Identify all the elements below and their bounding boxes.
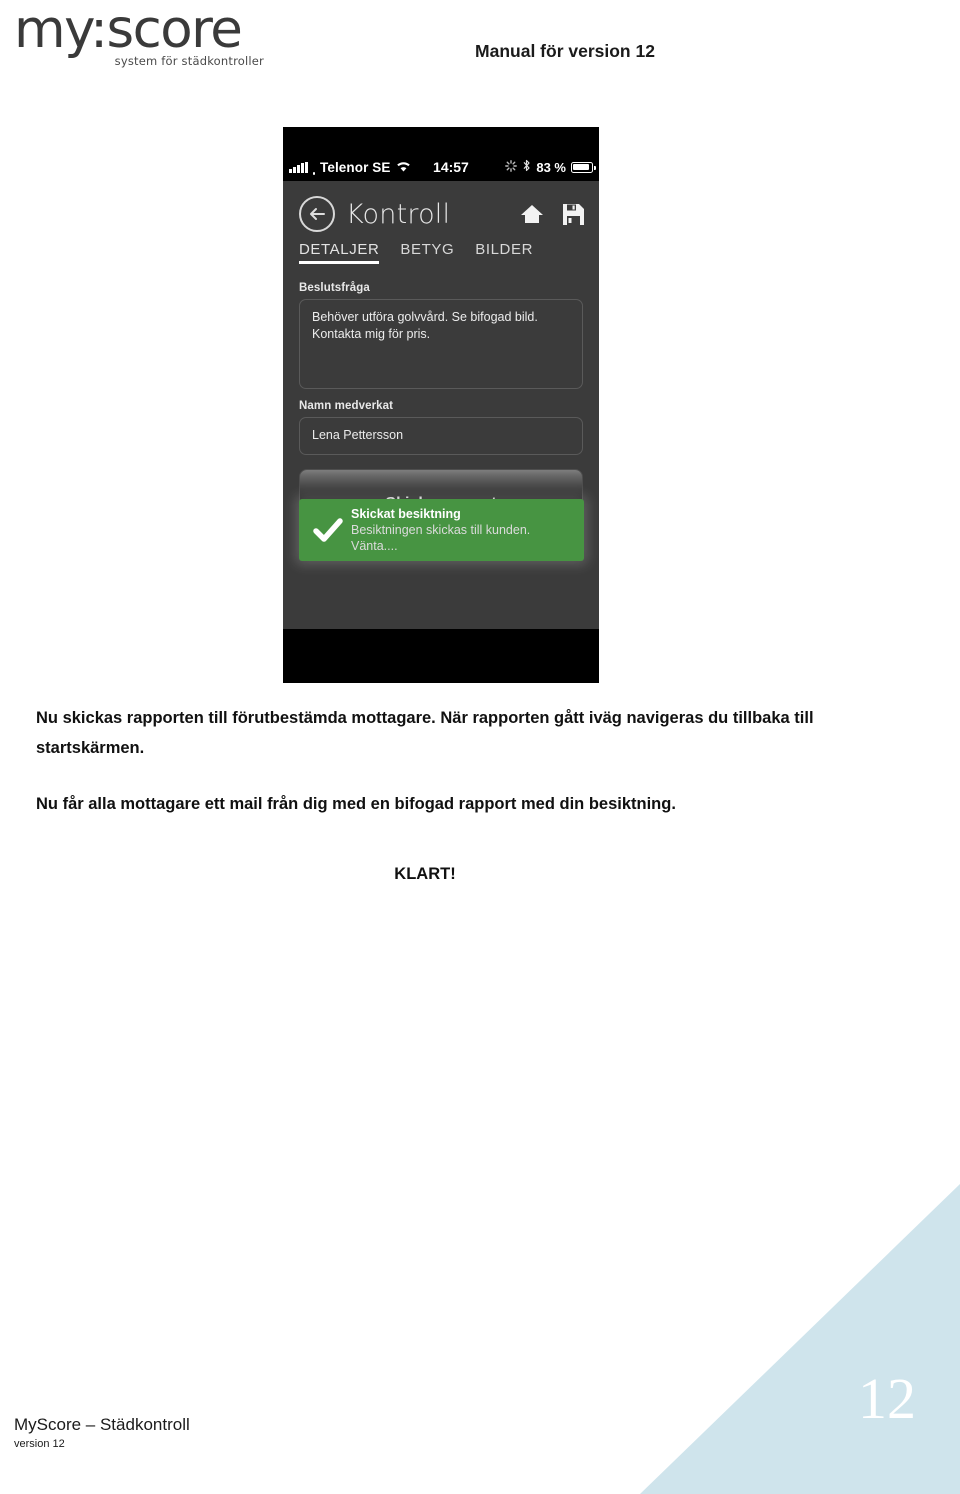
- decision-question-group: Beslutsfråga Behöver utföra golvvård. Se…: [283, 278, 599, 389]
- back-arrow-circle-icon[interactable]: [299, 196, 335, 232]
- footer: MyScore – Städkontroll version 12: [14, 1414, 414, 1452]
- wifi-icon: [396, 160, 411, 175]
- instruction-copy: Nu skickas rapporten till förutbestämda …: [36, 703, 874, 884]
- paragraph-2: Nu får alla mottagare ett mail från dig …: [36, 789, 874, 819]
- decision-question-label: Beslutsfråga: [299, 282, 583, 294]
- page-header: my:score system för städkontroller Manua…: [0, 0, 960, 96]
- save-floppy-icon[interactable]: [562, 203, 585, 226]
- page-number: 12: [858, 1370, 916, 1428]
- done-label: KLART!: [36, 865, 874, 884]
- status-toast: Skickat besiktning Besiktningen skickas …: [299, 499, 584, 561]
- screenshot-top-letterbox: [283, 127, 599, 153]
- checkmark-icon: [307, 518, 349, 543]
- participant-name-label: Namn medverkat: [299, 400, 583, 412]
- battery-icon: [571, 162, 593, 173]
- participant-name-input[interactable]: Lena Pettersson: [299, 417, 583, 455]
- corner-decoration: [640, 1184, 960, 1494]
- footer-version: version 12: [14, 1437, 414, 1452]
- home-icon[interactable]: [520, 203, 544, 225]
- activity-spinner-icon: [505, 160, 517, 175]
- paragraph-1: Nu skickas rapporten till förutbestämda …: [36, 703, 874, 763]
- bluetooth-icon: [522, 159, 531, 175]
- tab-detaljer[interactable]: DETALJER: [299, 241, 379, 264]
- phone-screenshot: Telenor SE 14:57: [283, 127, 599, 683]
- app-title: Kontroll: [346, 199, 450, 230]
- tab-betyg[interactable]: BETYG: [400, 241, 454, 264]
- tab-bar: DETALJER BETYG BILDER: [283, 241, 599, 278]
- toast-line-1: Besiktningen skickas till kunden.: [351, 522, 576, 538]
- battery-percent-label: 83 %: [536, 160, 566, 175]
- tab-bilder[interactable]: BILDER: [475, 241, 533, 264]
- send-report-area: Skicka rapport Skickat besiktning Besikt…: [299, 469, 583, 525]
- decision-question-textarea[interactable]: Behöver utföra golvvård. Se bifogad bild…: [299, 299, 583, 389]
- app-title-bar: Kontroll: [283, 181, 599, 241]
- footer-title: MyScore – Städkontroll: [14, 1414, 414, 1436]
- status-bar: Telenor SE 14:57: [283, 153, 599, 181]
- participant-name-group: Namn medverkat Lena Pettersson: [283, 389, 599, 455]
- app-screen: Kontroll DETALJER BETYG BILDER: [283, 181, 599, 629]
- toast-line-2: Vänta....: [351, 538, 576, 554]
- toast-title: Skickat besiktning: [351, 506, 576, 522]
- signal-bars-icon: [289, 162, 308, 173]
- screenshot-bottom-letterbox: [283, 629, 599, 683]
- status-clock: 14:57: [433, 159, 469, 175]
- page-title: Manual för version 12: [0, 41, 960, 62]
- signal-dot-icon: [313, 172, 316, 175]
- carrier-label: Telenor SE: [320, 160, 391, 175]
